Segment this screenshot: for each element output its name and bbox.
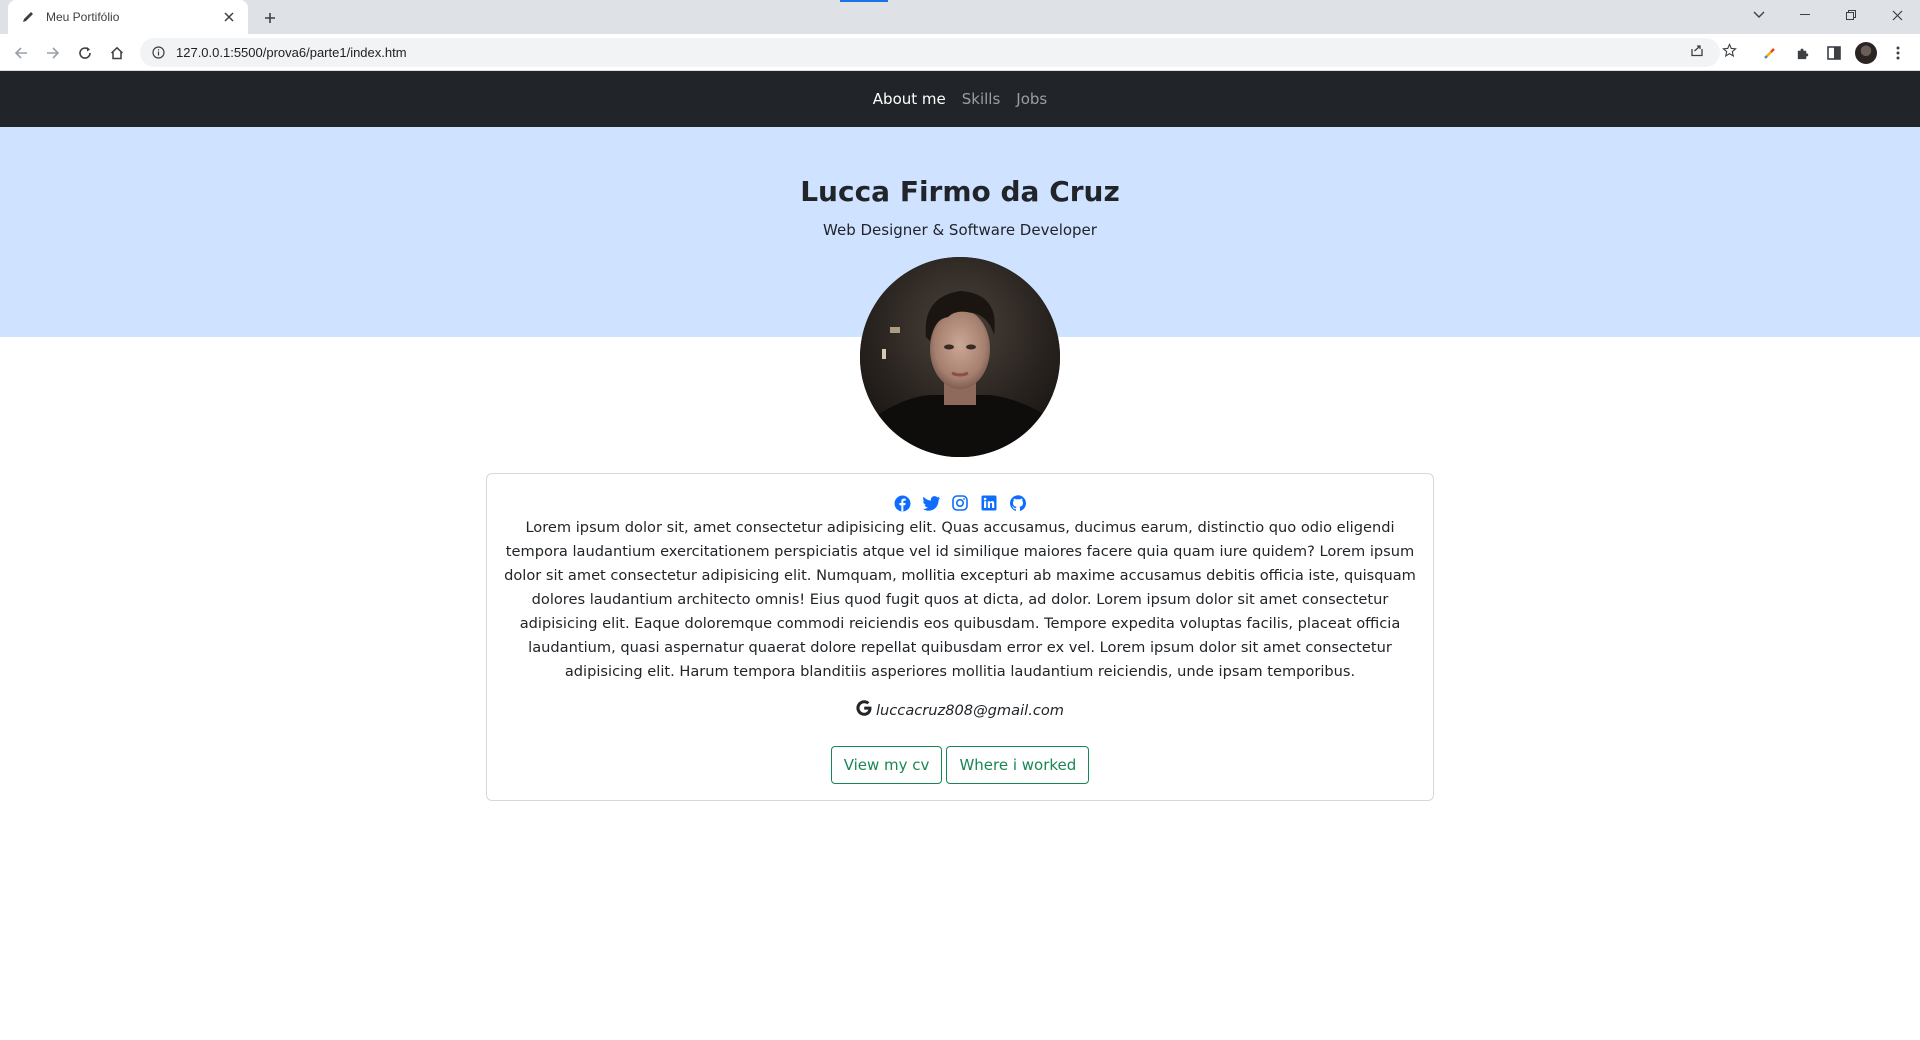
reload-icon[interactable] <box>73 41 97 65</box>
browser-tab[interactable]: Meu Portifólio <box>8 0 248 34</box>
view-cv-button[interactable]: View my cv <box>830 746 943 784</box>
card-actions: View my cv Where i worked <box>487 746 1433 784</box>
puzzle-icon[interactable] <box>1790 41 1814 65</box>
chevron-down-icon[interactable] <box>1736 0 1782 30</box>
address-bar[interactable]: 127.0.0.1:5500/prova6/parte1/index.htm <box>140 38 1720 67</box>
home-icon[interactable] <box>105 41 129 65</box>
github-icon[interactable] <box>1009 494 1027 512</box>
browser-tab-bar: Meu Portifólio <box>0 0 1920 34</box>
share-icon[interactable] <box>1685 38 1709 62</box>
email-line: luccacruz808@gmail.com <box>487 700 1433 721</box>
page-title: Lucca Firmo da Cruz <box>800 175 1120 208</box>
extension-colorful-icon[interactable] <box>1758 41 1782 65</box>
side-panel-icon[interactable] <box>1822 41 1846 65</box>
info-icon[interactable] <box>150 45 166 61</box>
loading-indicator <box>840 0 888 2</box>
email-address[interactable]: luccacruz808@gmail.com <box>876 702 1064 719</box>
facebook-icon[interactable] <box>893 494 911 512</box>
restore-icon[interactable] <box>1828 0 1874 30</box>
pencil-icon <box>20 9 36 25</box>
browser-toolbar: 127.0.0.1:5500/prova6/parte1/index.htm <box>0 34 1920 71</box>
about-paragraph: Lorem ipsum dolor sit, amet consectetur … <box>504 519 1416 680</box>
site-navbar: About me Skills Jobs <box>0 71 1920 127</box>
social-links <box>487 494 1433 512</box>
tab-title: Meu Portifólio <box>46 10 120 24</box>
close-icon[interactable] <box>220 8 238 26</box>
profile-avatar[interactable] <box>1854 41 1878 65</box>
url-text: 127.0.0.1:5500/prova6/parte1/index.htm <box>176 45 407 60</box>
google-icon <box>856 700 872 721</box>
where-i-worked-button[interactable]: Where i worked <box>946 746 1090 784</box>
linkedin-icon[interactable] <box>980 494 998 512</box>
kebab-menu-icon[interactable] <box>1886 41 1910 65</box>
instagram-icon[interactable] <box>951 494 969 512</box>
profile-photo <box>860 257 1060 457</box>
page-subtitle: Web Designer & Software Developer <box>823 221 1097 239</box>
nav-link-jobs[interactable]: Jobs <box>1008 71 1055 127</box>
back-icon[interactable] <box>9 41 33 65</box>
about-card: Lorem ipsum dolor sit, amet consectetur … <box>486 473 1434 801</box>
window-close-icon[interactable] <box>1874 0 1920 30</box>
nav-link-about-me[interactable]: About me <box>865 71 954 127</box>
plus-icon[interactable] <box>258 6 282 30</box>
minimize-icon[interactable] <box>1782 0 1828 30</box>
star-icon[interactable] <box>1717 38 1741 62</box>
forward-icon[interactable] <box>41 41 65 65</box>
nav-link-skills[interactable]: Skills <box>954 71 1009 127</box>
twitter-icon[interactable] <box>922 494 940 512</box>
